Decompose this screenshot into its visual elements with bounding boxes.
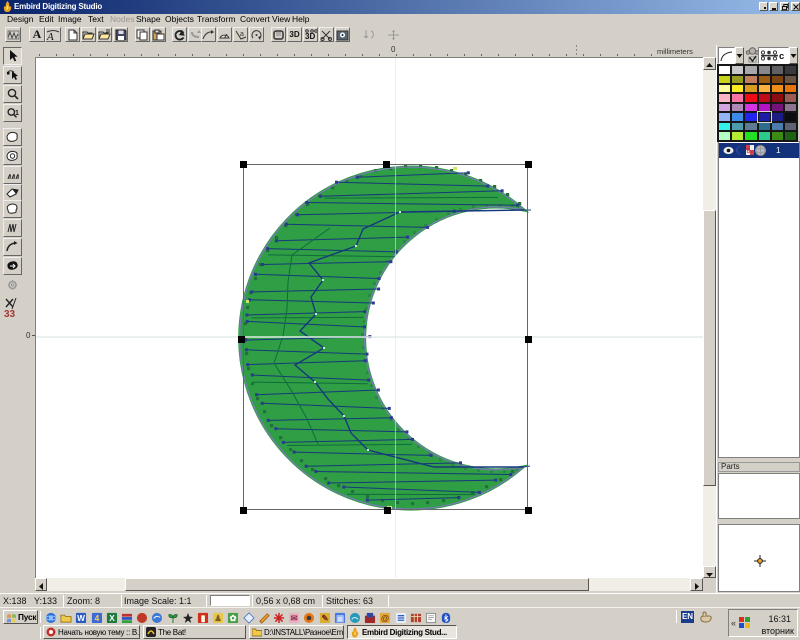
svg-text:A: A: [46, 31, 54, 41]
svg-text:✎: ✎: [322, 614, 329, 623]
svg-text:X: X: [109, 614, 115, 623]
svg-text:8: 8: [747, 148, 751, 155]
svg-text:W: W: [77, 614, 85, 623]
svg-text:▮: ▮: [201, 614, 206, 623]
svg-text:✉: ✉: [291, 614, 298, 623]
svg-text:3D: 3D: [305, 32, 315, 41]
svg-text:▣: ▣: [336, 614, 344, 623]
svg-text:@: @: [381, 614, 389, 623]
svg-text:4: 4: [95, 614, 100, 623]
svg-text:a: a: [240, 31, 244, 38]
svg-text:1: 1: [15, 110, 19, 117]
svg-text:♟: ♟: [214, 614, 221, 623]
svg-text:c: c: [779, 51, 784, 62]
svg-text:✿: ✿: [230, 614, 237, 623]
